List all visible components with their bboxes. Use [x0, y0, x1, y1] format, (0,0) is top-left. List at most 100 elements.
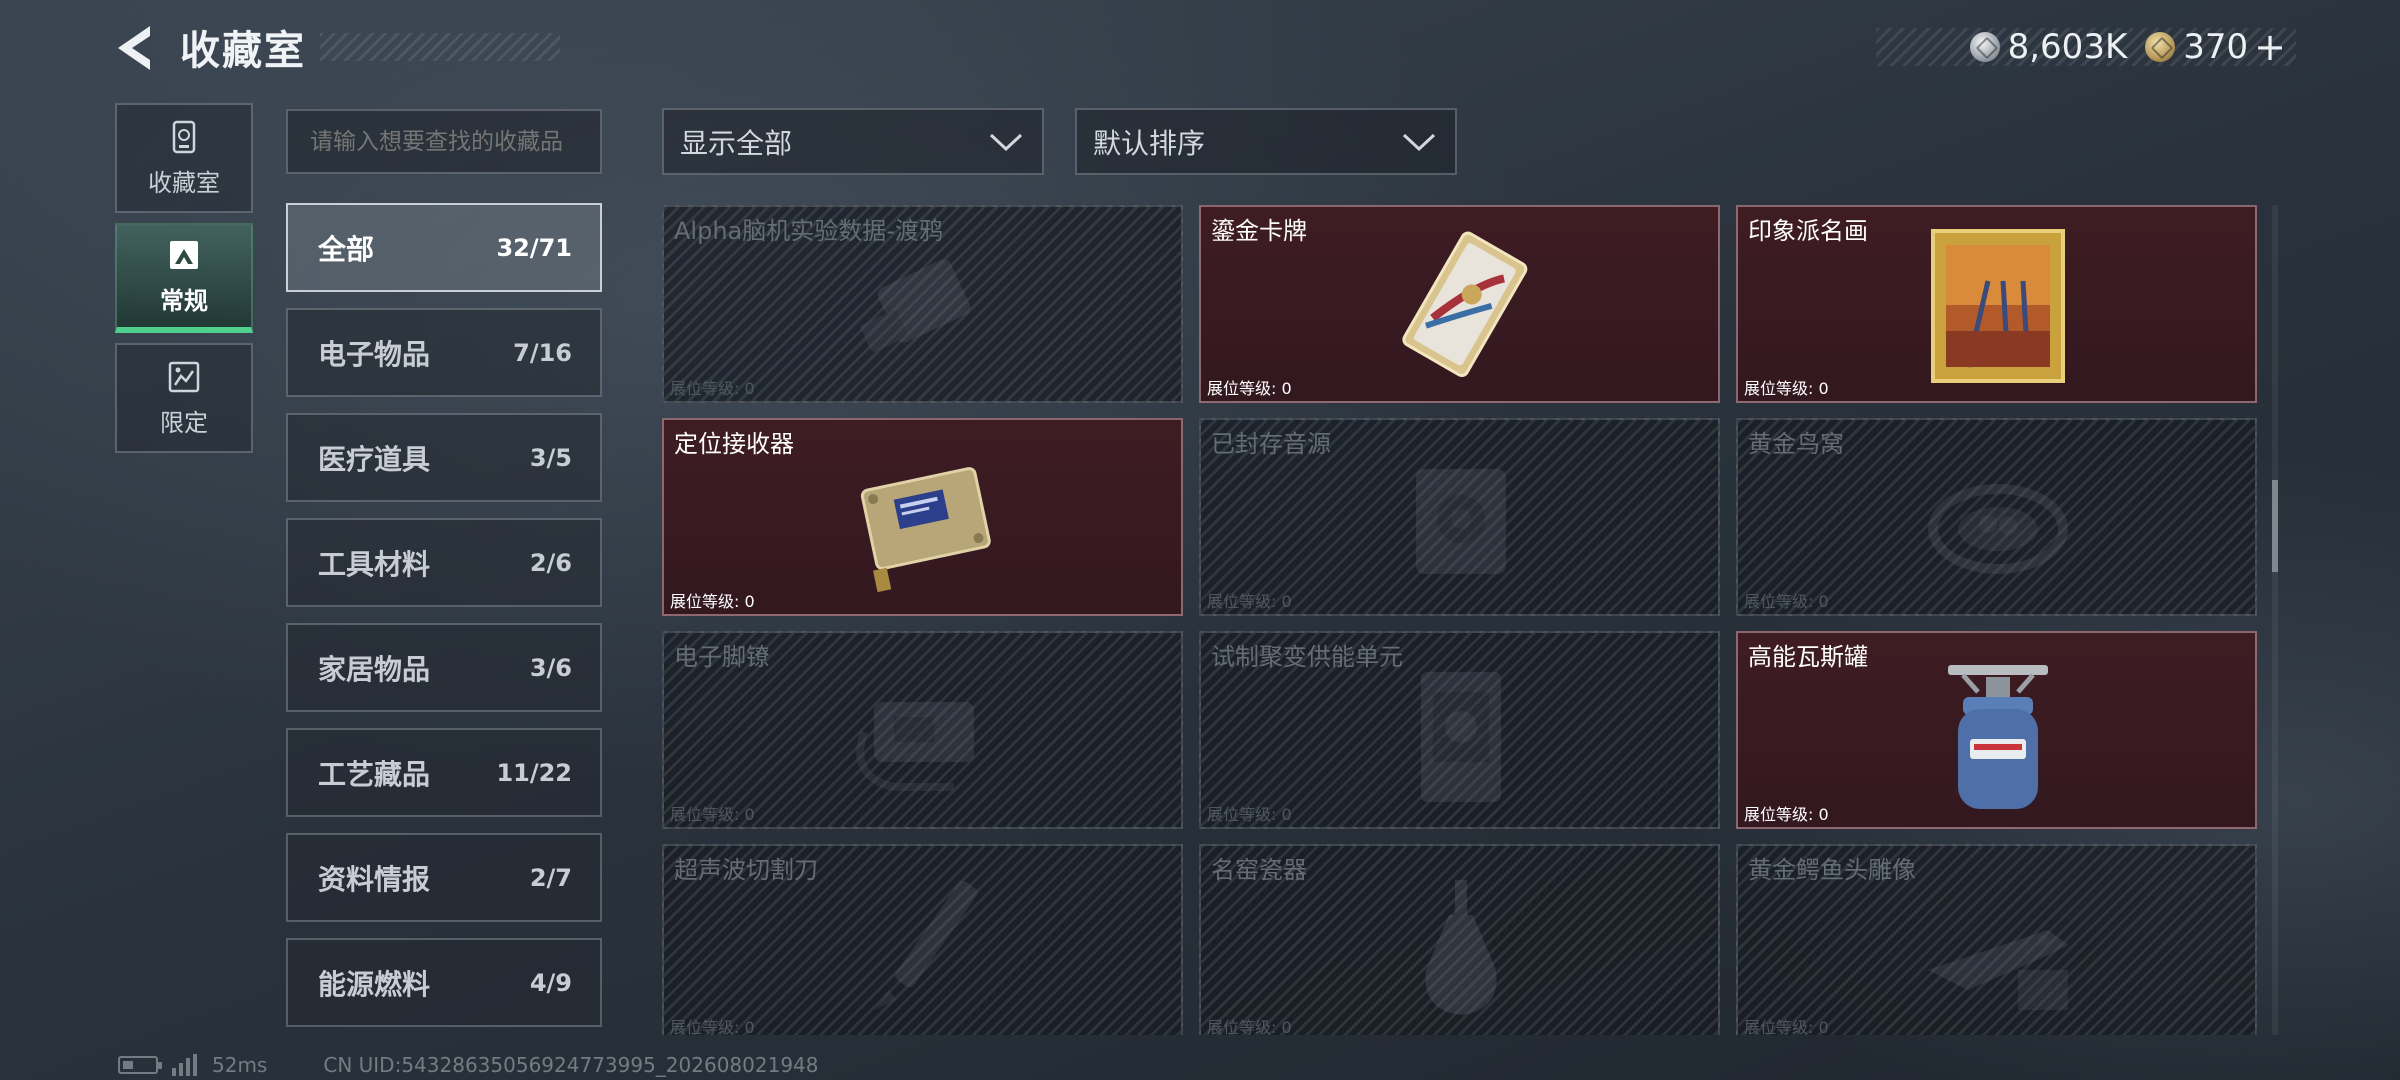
collection-card[interactable]: 黄金鳄鱼头雕像 展位等级: 0 — [1736, 844, 2257, 1035]
category-count: 2/7 — [529, 863, 572, 892]
display-filter-dropdown[interactable]: 显示全部 — [662, 108, 1044, 175]
signal-icon — [172, 1054, 200, 1076]
category-item-household[interactable]: 家居物品 3/6 — [286, 623, 602, 712]
collection-card[interactable]: 鎏金卡牌 展位等级: 0 — [1199, 205, 1720, 403]
collection-card[interactable]: 试制聚变供能单元 展位等级: 0 — [1199, 631, 1720, 829]
collection-card[interactable]: 已封存音源 展位等级: 0 — [1199, 418, 1720, 616]
card-title: 超声波切割刀 — [674, 856, 818, 884]
card-title: 黄金鸟窝 — [1748, 430, 1844, 458]
title-group: 收藏室 — [180, 22, 560, 74]
search-input[interactable] — [286, 109, 602, 174]
collection-card[interactable]: 高能瓦斯罐 展位等级: 0 — [1736, 631, 2257, 829]
ultrasonic-cutter-icon — [874, 881, 978, 1010]
card-title: 电子脚镣 — [674, 643, 770, 671]
silver-coin-icon — [1969, 32, 2000, 62]
sort-dropdown[interactable]: 默认排序 — [1075, 108, 1457, 175]
category-name: 工艺藏品 — [318, 757, 431, 791]
grid-scrollbar[interactable] — [2272, 205, 2278, 1035]
left-nav: 收藏室 常规 限定 — [115, 103, 253, 463]
card-title: 试制聚变供能单元 — [1211, 643, 1403, 671]
card-level: 展位等级: 0 — [1207, 805, 1292, 824]
card-level: 展位等级: 0 — [670, 379, 755, 398]
title-decoration — [320, 33, 560, 61]
category-item-medical[interactable]: 医疗道具 3/5 — [286, 413, 602, 502]
nav-item-collection-room[interactable]: 收藏室 — [115, 103, 253, 213]
category-item-electronics[interactable]: 电子物品 7/16 — [286, 308, 602, 397]
collection-card[interactable]: Alpha脑机实验数据-渡鸦 展位等级: 0 — [662, 205, 1183, 403]
regular-icon — [170, 240, 198, 269]
category-item-tools[interactable]: 工具材料 2/6 — [286, 518, 602, 607]
add-currency-button[interactable]: + — [2254, 25, 2286, 69]
card-level: 展位等级: 0 — [1744, 1018, 1829, 1035]
porcelain-vase-icon — [1425, 880, 1497, 1015]
category-count: 7/16 — [513, 338, 572, 367]
category-item-crafts[interactable]: 工艺藏品 11/22 — [286, 728, 602, 817]
collection-card[interactable]: 印象派名画 展位等级: 0 — [1736, 205, 2257, 403]
sealed-audio-source-icon — [1416, 469, 1506, 574]
sort-value: 默认排序 — [1093, 126, 1206, 160]
collection-card[interactable]: 定位接收器 展位等级: 0 — [662, 418, 1183, 616]
collection-card[interactable]: 黄金鸟窝 展位等级: 0 — [1736, 418, 2257, 616]
category-item-intel[interactable]: 资料情报 2/7 — [286, 833, 602, 922]
collection-card[interactable]: 电子脚镣 展位等级: 0 — [662, 631, 1183, 829]
category-count: 2/6 — [529, 548, 572, 577]
card-title: 定位接收器 — [674, 430, 794, 458]
page-title: 收藏室 — [180, 28, 306, 74]
card-level: 展位等级: 0 — [670, 805, 755, 824]
nav-label: 收藏室 — [148, 168, 220, 197]
category-item-all[interactable]: 全部 32/71 — [286, 203, 602, 292]
nav-label: 常规 — [160, 286, 208, 315]
chevron-down-icon — [989, 133, 1023, 151]
fusion-power-unit-icon — [1421, 672, 1501, 802]
card-title: 黄金鳄鱼头雕像 — [1748, 856, 1916, 884]
ankle-monitor-icon — [856, 702, 974, 791]
collection-card[interactable]: 名窑瓷器 展位等级: 0 — [1199, 844, 1720, 1035]
golden-nest-icon — [1928, 484, 2068, 574]
card-level: 展位等级: 0 — [1207, 379, 1292, 398]
category-count: 3/6 — [529, 653, 572, 682]
painting-icon — [1931, 229, 2065, 383]
golden-crocodile-statue-icon — [1928, 930, 2068, 1010]
collection-room-icon — [172, 120, 196, 153]
back-button[interactable] — [112, 22, 160, 74]
category-name: 资料情报 — [318, 862, 431, 896]
category-count: 4/9 — [529, 968, 572, 997]
category-list: 全部 32/71 电子物品 7/16 医疗道具 3/5 工具材料 2/6 家居物… — [286, 203, 602, 1043]
category-name: 家居物品 — [318, 652, 431, 686]
gold-currency-value: 370 — [2183, 27, 2249, 67]
category-name: 能源燃料 — [318, 967, 431, 1001]
silver-currency-value: 8,603K — [2007, 27, 2128, 67]
collection-card[interactable]: 超声波切割刀 展位等级: 0 — [662, 844, 1183, 1035]
status-footer: 52ms CN UID:54328635056924773995_2026080… — [118, 1052, 819, 1078]
card-level: 展位等级: 0 — [1207, 592, 1292, 611]
card-title: 已封存音源 — [1211, 430, 1331, 458]
category-count: 32/71 — [496, 233, 572, 262]
card-level: 展位等级: 0 — [1744, 592, 1829, 611]
card-level: 展位等级: 0 — [670, 592, 755, 611]
card-level: 展位等级: 0 — [1744, 805, 1829, 824]
positioning-receiver-icon — [860, 467, 991, 593]
collection-grid: Alpha脑机实验数据-渡鸦 展位等级: 0 鎏金卡牌 展位等级: 0 印象派名… — [662, 205, 2258, 1035]
category-item-energy[interactable]: 能源燃料 4/9 — [286, 938, 602, 1027]
card-level: 展位等级: 0 — [670, 1018, 755, 1035]
card-title: 印象派名画 — [1748, 217, 1868, 245]
ping-value: 52ms — [212, 1053, 268, 1077]
nav-item-regular[interactable]: 常规 — [115, 223, 253, 333]
user-uid: CN UID:54328635056924773995_202608021948 — [323, 1053, 819, 1077]
category-count: 3/5 — [529, 443, 572, 472]
category-name: 医疗道具 — [318, 442, 431, 476]
brain-data-device-icon — [860, 259, 971, 352]
card-title: 名窑瓷器 — [1211, 856, 1307, 884]
nav-item-limited[interactable]: 限定 — [115, 343, 253, 453]
category-name: 电子物品 — [318, 337, 431, 371]
card-title: Alpha脑机实验数据-渡鸦 — [674, 217, 943, 245]
header: 收藏室 8,603K 370 + — [0, 0, 2400, 100]
nav-label: 限定 — [160, 408, 208, 437]
display-filter-value: 显示全部 — [680, 126, 793, 160]
scrollbar-thumb[interactable] — [2272, 480, 2278, 572]
gilded-card-icon — [1402, 231, 1528, 378]
gas-canister-icon — [1948, 665, 2048, 809]
limited-icon — [168, 361, 200, 392]
card-level: 展位等级: 0 — [1744, 379, 1829, 398]
chevron-down-icon — [1402, 133, 1436, 151]
